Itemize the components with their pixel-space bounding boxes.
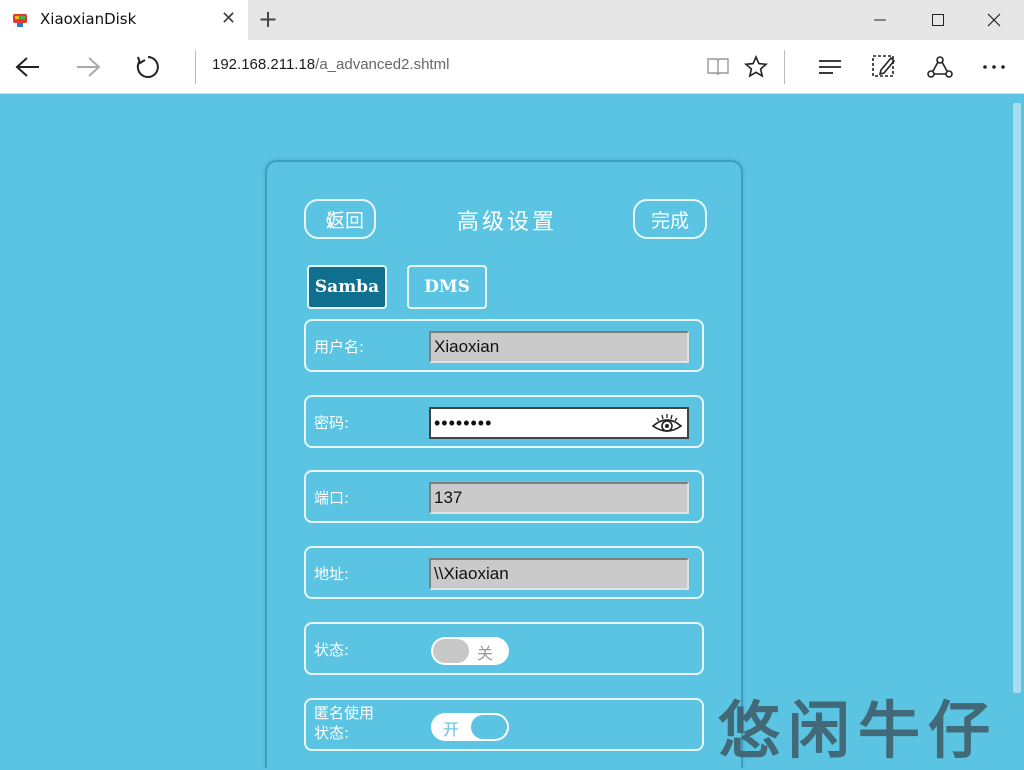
browser-tab[interactable]: XiaoxianDisk ✕ bbox=[0, 0, 248, 40]
anonymous-toggle[interactable]: 开 bbox=[431, 713, 509, 741]
status-toggle[interactable]: 关 bbox=[431, 637, 509, 665]
tab-title: XiaoxianDisk bbox=[40, 10, 137, 28]
address-bar: 192.168.211.18/a_advanced2.shtml bbox=[0, 40, 1024, 94]
anonymous-label: 匿名使用 状态: bbox=[314, 703, 374, 743]
new-tab-icon[interactable]: + bbox=[258, 6, 278, 32]
username-field[interactable]: Xiaoxian bbox=[429, 331, 689, 363]
back-label: 返回 bbox=[326, 209, 365, 232]
address-label: 地址: bbox=[314, 565, 350, 583]
tab-dms[interactable]: DMS bbox=[407, 265, 487, 309]
close-window-button[interactable] bbox=[966, 0, 1022, 40]
page-title: 高级设置 bbox=[456, 210, 557, 235]
password-field[interactable]: •••••••• bbox=[429, 407, 689, 439]
password-label: 密码: bbox=[314, 414, 350, 432]
url-field[interactable]: 192.168.211.18/a_advanced2.shtml bbox=[212, 56, 449, 73]
refresh-icon[interactable] bbox=[132, 52, 164, 82]
password-row: 密码: •••••••• bbox=[304, 395, 704, 448]
show-password-eye-icon[interactable] bbox=[651, 412, 683, 444]
page-content: 《返回 高级设置 完成 Samba DMS 用户名: Xiaoxian 密码: … bbox=[0, 95, 1010, 768]
scrollbar-thumb[interactable] bbox=[1013, 103, 1021, 693]
port-field[interactable]: 137 bbox=[429, 482, 689, 514]
share-icon[interactable] bbox=[924, 52, 956, 82]
tab-bar: XiaoxianDisk ✕ + bbox=[0, 0, 1024, 40]
anonymous-label-line2: 状态: bbox=[314, 724, 350, 742]
hub-icon[interactable] bbox=[814, 52, 846, 82]
port-label: 端口: bbox=[314, 489, 350, 507]
url-path: /a_advanced2.shtml bbox=[315, 56, 450, 73]
address-row: 地址: \\Xiaoxian bbox=[304, 546, 704, 599]
username-row: 用户名: Xiaoxian bbox=[304, 319, 704, 372]
toggle-text: 关 bbox=[477, 644, 494, 663]
back-button[interactable]: 《返回 bbox=[304, 199, 376, 239]
toggle-text: 开 bbox=[443, 720, 460, 739]
minimize-button[interactable] bbox=[852, 0, 908, 40]
forward-arrow-icon[interactable] bbox=[72, 52, 104, 82]
toggle-knob bbox=[471, 715, 507, 739]
url-host: 192.168.211.18 bbox=[212, 56, 316, 73]
status-row: 状态: 关 bbox=[304, 622, 704, 675]
more-icon[interactable] bbox=[978, 52, 1010, 82]
favicon-icon bbox=[12, 12, 28, 28]
tab-samba[interactable]: Samba bbox=[307, 265, 387, 309]
watermark: 悠闲牛仔 bbox=[718, 694, 999, 767]
password-value: •••••••• bbox=[434, 413, 493, 433]
back-arrow-icon[interactable] bbox=[12, 52, 44, 82]
tab-close-icon[interactable]: ✕ bbox=[221, 9, 236, 29]
anonymous-row: 匿名使用 状态: 开 bbox=[304, 698, 704, 751]
reading-view-icon[interactable] bbox=[702, 52, 734, 82]
done-button[interactable]: 完成 bbox=[633, 199, 707, 239]
favorite-star-icon[interactable] bbox=[740, 52, 772, 82]
settings-panel: 《返回 高级设置 完成 Samba DMS 用户名: Xiaoxian 密码: … bbox=[265, 160, 743, 768]
address-separator bbox=[195, 50, 196, 84]
address-field[interactable]: \\Xiaoxian bbox=[429, 558, 689, 590]
username-label: 用户名: bbox=[314, 338, 365, 356]
web-note-icon[interactable] bbox=[868, 52, 900, 82]
toggle-knob bbox=[433, 639, 469, 663]
status-label: 状态: bbox=[314, 641, 350, 659]
toolbar-separator bbox=[784, 50, 785, 84]
port-row: 端口: 137 bbox=[304, 470, 704, 523]
anonymous-label-line1: 匿名使用 bbox=[314, 704, 375, 722]
maximize-button[interactable] bbox=[910, 0, 966, 40]
